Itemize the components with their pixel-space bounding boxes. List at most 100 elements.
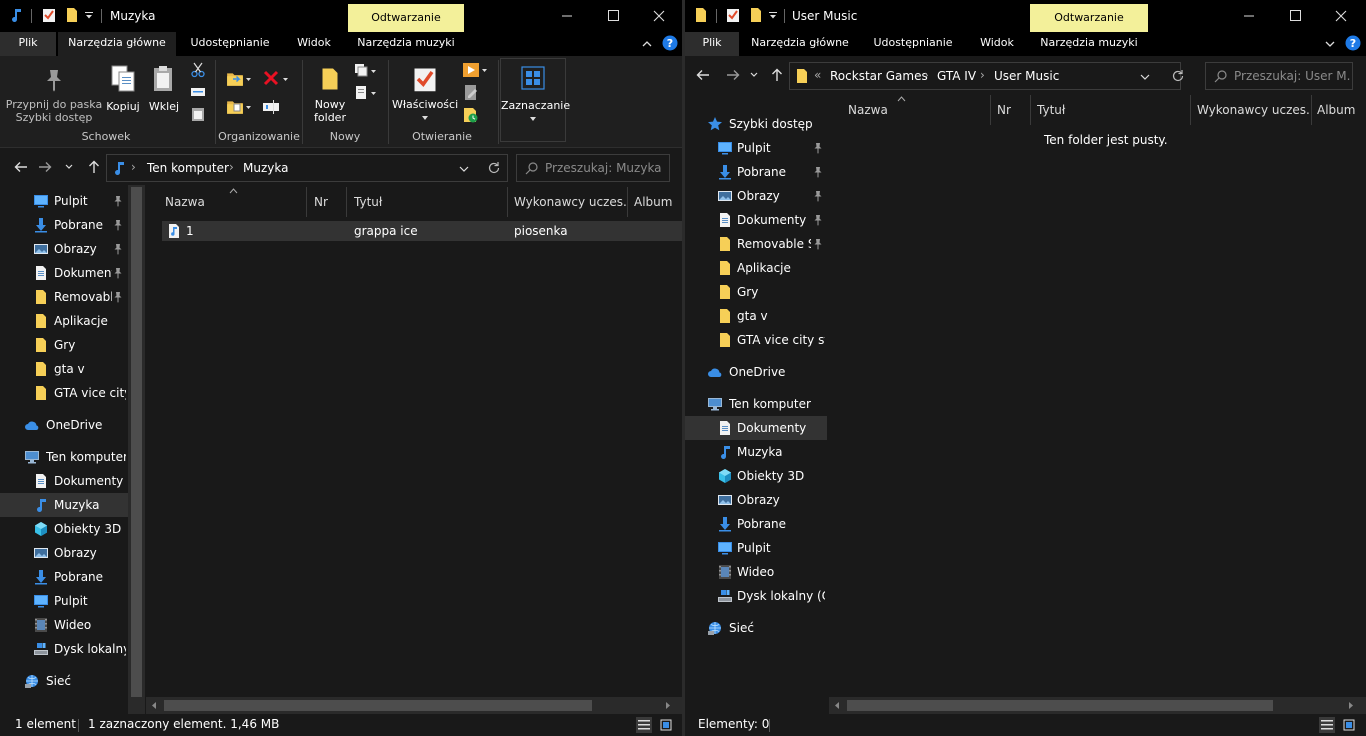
quick-access-toolbar-dropdown-icon[interactable] <box>768 7 778 23</box>
nav-item-quick-removable-st-4[interactable]: Removable St <box>685 232 827 256</box>
nav-item-quick-gry-6[interactable]: Gry <box>0 333 128 357</box>
column-separator[interactable] <box>1030 95 1031 125</box>
nav-item-quick-pulpit-0[interactable]: Pulpit <box>685 136 827 160</box>
nav-item-quick-obrazy-2[interactable]: Obrazy <box>685 184 827 208</box>
breadcrumb-music[interactable]: Muzyka <box>243 161 288 175</box>
breadcrumb-overflow[interactable]: « <box>814 68 821 82</box>
nav-item-pc-pobrane[interactable]: Pobrane <box>0 565 128 589</box>
select-button[interactable]: Zaznaczanie <box>500 58 570 142</box>
column-separator[interactable] <box>306 187 307 217</box>
nav-item-quick-pobrane-1[interactable]: Pobrane <box>0 213 128 237</box>
breadcrumb-user-music[interactable]: User Music <box>994 69 1059 83</box>
column-contributing-artists[interactable]: Wykonawcy uczes... <box>514 187 626 217</box>
paste-button[interactable]: Wklej <box>146 64 182 116</box>
address-dropdown-icon[interactable] <box>459 164 469 174</box>
minimize-button[interactable] <box>1226 0 1272 32</box>
tab-view[interactable]: Widok <box>282 32 346 56</box>
nav-item-onedrive[interactable]: OneDrive <box>0 413 128 437</box>
cut-icon[interactable] <box>190 62 206 78</box>
nav-item-pc-muzyka[interactable]: Muzyka <box>0 493 128 517</box>
paste-shortcut-icon[interactable] <box>190 106 206 122</box>
nav-item-this-pc[interactable]: Ten komputer <box>0 445 128 469</box>
nav-item-quick-gta-v-7[interactable]: gta v <box>685 304 827 328</box>
column-separator[interactable] <box>346 187 347 217</box>
nav-item-quick-pobrane-1[interactable]: Pobrane <box>685 160 827 184</box>
expand-ribbon-icon[interactable] <box>1324 38 1336 50</box>
navigation-scrollbar[interactable] <box>128 185 145 714</box>
large-icons-view-icon[interactable] <box>1341 717 1357 733</box>
nav-item-quick-pulpit-0[interactable]: Pulpit <box>0 189 128 213</box>
open-icon[interactable] <box>462 62 490 80</box>
tab-home[interactable]: Narzędzia główne <box>58 32 176 56</box>
nav-item-quick-aplikacje-5[interactable]: Aplikacje <box>0 309 128 333</box>
nav-item-quick-dokumenty-3[interactable]: Dokumenty <box>685 208 827 232</box>
scroll-left-icon[interactable] <box>150 701 158 710</box>
nav-item-pc-wideo[interactable]: Wideo <box>685 560 827 584</box>
nav-item-quick-gta-v-7[interactable]: gta v <box>0 357 128 381</box>
context-tab-playback[interactable]: Odtwarzanie <box>1030 4 1148 32</box>
column-contributing-artists[interactable]: Wykonawcy uczes... <box>1197 95 1309 125</box>
up-arrow-icon[interactable] <box>769 67 785 83</box>
new-folder-icon[interactable] <box>748 7 764 23</box>
tab-music-tools[interactable]: Narzędzia muzyki <box>348 32 464 56</box>
nav-item-pc-dysk-lokalny[interactable]: Dysk lokalny ( <box>0 637 128 661</box>
new-item-icon[interactable] <box>354 62 378 80</box>
tab-file[interactable]: Plik <box>685 32 739 56</box>
refresh-icon[interactable] <box>487 161 501 175</box>
scroll-left-icon[interactable] <box>833 701 841 710</box>
scrollbar-thumb[interactable] <box>164 700 592 711</box>
rename-icon[interactable] <box>262 98 282 116</box>
column-name[interactable]: Nazwa <box>165 187 305 217</box>
properties-icon[interactable] <box>41 7 57 23</box>
column-album[interactable]: Album <box>1317 95 1366 125</box>
context-tab-playback[interactable]: Odtwarzanie <box>348 4 464 32</box>
minimize-button[interactable] <box>544 0 590 32</box>
horizontal-scrollbar[interactable] <box>829 697 1366 714</box>
quick-access-toolbar-dropdown-icon[interactable] <box>84 7 94 23</box>
new-folder-button[interactable]: Nowy folder <box>308 64 352 130</box>
nav-item-onedrive[interactable]: OneDrive <box>685 360 827 384</box>
easy-access-icon[interactable] <box>354 84 378 102</box>
close-button[interactable] <box>636 0 682 32</box>
new-folder-icon[interactable] <box>64 7 80 23</box>
column-name[interactable]: Nazwa <box>848 95 988 125</box>
breadcrumb-this-pc[interactable]: Ten komputer <box>147 161 229 175</box>
close-button[interactable] <box>1318 0 1364 32</box>
nav-item-pc-wideo[interactable]: Wideo <box>0 613 128 637</box>
search-box[interactable]: Przeszukaj: User M... <box>1205 62 1353 90</box>
scroll-right-icon[interactable] <box>1347 701 1355 710</box>
column-album[interactable]: Album <box>634 187 682 217</box>
nav-item-pc-pulpit[interactable]: Pulpit <box>685 536 827 560</box>
back-arrow-icon[interactable] <box>13 159 29 175</box>
copy-path-icon[interactable] <box>190 84 206 100</box>
help-icon[interactable]: ? <box>662 35 678 51</box>
address-bar[interactable]: « Rockstar Games › GTA IV › User Music <box>789 62 1184 90</box>
nav-item-pc-dokumenty[interactable]: Dokumenty <box>0 469 128 493</box>
forward-arrow-icon[interactable] <box>37 159 53 175</box>
tab-share[interactable]: Udostępnianie <box>180 32 280 56</box>
table-row[interactable]: 1 grappa ice piosenka <box>162 221 682 241</box>
column-number[interactable]: Nr <box>314 187 344 217</box>
maximize-button[interactable] <box>1272 0 1318 32</box>
properties-icon[interactable] <box>725 7 741 23</box>
history-icon[interactable] <box>462 106 480 124</box>
nav-item-network[interactable]: Sieć <box>0 669 128 693</box>
nav-item-quick-gta-vice-city-s-8[interactable]: GTA vice city s <box>0 381 128 405</box>
nav-item-pc-dysk-lokalny-c[interactable]: Dysk lokalny (C:) <box>685 584 827 608</box>
breadcrumb-rockstar-games[interactable]: Rockstar Games <box>830 69 928 83</box>
move-to-icon[interactable] <box>226 68 252 90</box>
nav-item-pc-obiekty-3d[interactable]: Obiekty 3D <box>685 464 827 488</box>
details-view-icon[interactable] <box>1319 717 1335 733</box>
nav-item-quick-access[interactable]: Szybki dostęp <box>685 112 827 136</box>
nav-item-network[interactable]: Sieć <box>685 616 827 640</box>
scroll-right-icon[interactable] <box>664 701 672 710</box>
address-bar[interactable]: › Ten komputer › Muzyka <box>106 154 508 182</box>
tab-share[interactable]: Udostępnianie <box>863 32 963 56</box>
column-separator[interactable] <box>1311 95 1312 125</box>
column-separator[interactable] <box>507 187 508 217</box>
nav-item-quick-gta-vice-city-stor-8[interactable]: GTA vice city stor <box>685 328 827 352</box>
properties-button[interactable]: Właściwości <box>392 64 458 130</box>
tab-file[interactable]: Plik <box>0 32 56 56</box>
tab-music-tools[interactable]: Narzędzia muzyki <box>1030 32 1148 56</box>
column-title[interactable]: Tytuł <box>354 187 504 217</box>
